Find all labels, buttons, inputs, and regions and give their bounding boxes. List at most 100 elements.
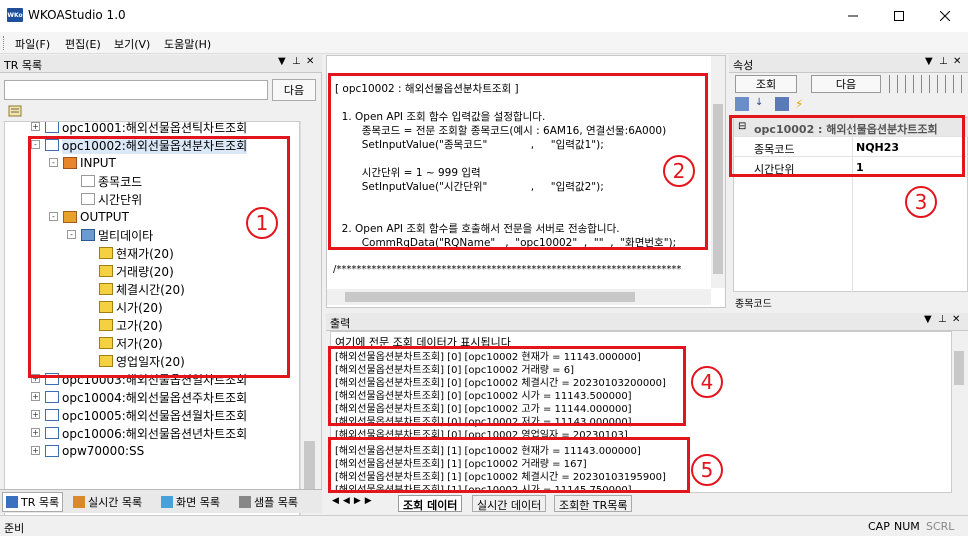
tab-tr-list-label: TR 목록 <box>21 496 60 509</box>
properties-header: 속성 ▼ ⊥ ✕ <box>729 55 968 73</box>
cap-indicator: CAP <box>868 520 890 533</box>
document-icon <box>45 122 59 133</box>
expand-icon[interactable]: + <box>31 122 40 131</box>
categorized-icon[interactable] <box>735 97 749 111</box>
tab-sample-list-label: 샘플 목록 <box>254 496 298 509</box>
close-button[interactable] <box>922 0 968 32</box>
output-scroll-thumb[interactable] <box>954 351 964 385</box>
tree-item-label: opc10006:해외선물옵션년차트조회 <box>62 426 248 441</box>
tree-item[interactable]: + opc10006:해외선물옵션년차트조회 <box>31 424 248 442</box>
sort-az-icon[interactable]: ↓ <box>755 97 769 111</box>
tr-panel-header: TR 목록 ▼ ⊥ ✕ <box>0 55 322 73</box>
menu-edit[interactable]: 편집(E) <box>65 36 101 52</box>
prop-dropdown-icon[interactable]: ▼ <box>925 56 933 67</box>
realtime-list-icon <box>73 496 85 508</box>
code-separator: /***************************************… <box>333 264 682 275</box>
output-pin-icon[interactable]: ⊥ <box>938 314 947 325</box>
document-icon <box>45 427 59 439</box>
status-text: 준비 <box>4 522 25 535</box>
dropdown-icon[interactable]: ▼ <box>278 56 286 67</box>
properties-title: 속성 <box>733 59 754 72</box>
tree-view-icon[interactable] <box>8 105 22 117</box>
expand-icon[interactable]: + <box>31 428 40 437</box>
property-toolbar: ↓ ⚡ <box>735 97 855 113</box>
annotation-label-5: 5 <box>691 454 723 486</box>
annotation-label-4: 4 <box>691 366 723 398</box>
tree-item[interactable]: + opc10004:해외선물옵션주차트조회 <box>31 388 248 406</box>
query-button[interactable]: 조회 <box>735 75 797 93</box>
annotation-label-2: 2 <box>663 155 695 187</box>
expand-icon[interactable]: + <box>31 410 40 419</box>
annotation-box-5 <box>328 437 690 493</box>
next-button[interactable]: 다음 <box>272 79 316 101</box>
tab-realtime-data[interactable]: 실시간 데이터 <box>472 495 547 512</box>
tree-item-label: opc10005:해외선물옵션월차트조회 <box>62 408 248 423</box>
annotation-box-3 <box>729 115 965 177</box>
property-button-strip <box>889 75 965 93</box>
output-title: 출력 <box>330 317 351 330</box>
app-icon: WKo <box>7 8 23 22</box>
tab-nav-arrows[interactable]: ◀◀▶▶ <box>328 495 380 512</box>
annotation-label-1: 1 <box>246 207 278 239</box>
screen-list-icon <box>161 496 173 508</box>
tab-sample-list[interactable]: 샘플 목록 <box>236 492 301 512</box>
code-scroll-thumb[interactable] <box>713 104 723 274</box>
status-bar: 준비 CAP NUM SCRL <box>0 515 968 536</box>
tree-vertical-scrollbar[interactable] <box>300 121 317 525</box>
menu-view[interactable]: 보기(V) <box>114 36 150 52</box>
prop-close-icon[interactable]: ✕ <box>953 56 961 67</box>
maximize-button[interactable] <box>876 0 922 32</box>
tr-search-input[interactable] <box>4 80 268 100</box>
tr-panel-title: TR 목록 <box>4 59 43 72</box>
document-icon <box>45 409 59 421</box>
tab-queried-tr-list[interactable]: 조회한 TR목록 <box>554 495 633 512</box>
events-icon[interactable]: ⚡ <box>795 97 809 111</box>
tab-screen-list[interactable]: 화면 목록 <box>158 492 223 512</box>
tab-realtime-list[interactable]: 실시간 목록 <box>70 492 145 512</box>
output-vertical-scrollbar[interactable] <box>952 331 966 493</box>
menu-grip <box>3 36 5 50</box>
num-indicator: NUM <box>894 520 920 533</box>
code-vertical-scrollbar[interactable] <box>711 56 725 288</box>
tab-tr-list[interactable]: TR 목록 <box>2 492 64 512</box>
close-icon <box>940 11 950 21</box>
expand-icon[interactable]: + <box>31 446 40 455</box>
pin-icon[interactable]: ⊥ <box>292 56 301 67</box>
panel-close-icon[interactable]: ✕ <box>306 56 314 67</box>
minimize-icon <box>848 15 858 17</box>
sample-list-icon <box>239 496 251 508</box>
output-dropdown-icon[interactable]: ▼ <box>924 314 932 325</box>
annotation-label-3: 3 <box>905 186 937 218</box>
scrl-indicator: SCRL <box>926 520 955 533</box>
menu-bar: 파일(F) 편집(E) 보기(V) 도움말(H) <box>0 32 968 54</box>
menu-help[interactable]: 도움말(H) <box>164 36 211 52</box>
title-bar: WKo WKOAStudio 1.0 <box>0 0 968 32</box>
annotation-box-2 <box>328 73 708 250</box>
tr-list-icon <box>6 496 18 508</box>
tree-item[interactable]: + opc10005:해외선물옵션월차트조회 <box>31 406 248 424</box>
left-bottom-tabs: TR 목록 실시간 목록 화면 목록 샘플 목록 <box>0 489 322 513</box>
output-tabs: ◀◀▶▶ 조회 데이터 실시간 데이터 조회한 TR목록 <box>326 495 966 513</box>
output-close-icon[interactable]: ✕ <box>952 314 960 325</box>
tab-query-data[interactable]: 조회 데이터 <box>398 495 463 512</box>
window-title: WKOAStudio 1.0 <box>28 8 126 22</box>
minimize-button[interactable] <box>830 0 876 32</box>
menu-file[interactable]: 파일(F) <box>15 36 50 52</box>
tree-item[interactable]: + opc10001:해외선물옵션틱차트조회 <box>31 121 248 136</box>
tab-realtime-list-label: 실시간 목록 <box>88 496 143 509</box>
prop-pin-icon[interactable]: ⊥ <box>939 56 948 67</box>
prop-next-button[interactable]: 다음 <box>811 75 881 93</box>
code-horizontal-scrollbar[interactable] <box>327 289 711 305</box>
tab-screen-list-label: 화면 목록 <box>176 496 220 509</box>
property-pages-icon[interactable] <box>775 97 789 111</box>
tree-item-label: opc10001:해외선물옵션틱차트조회 <box>62 121 248 135</box>
maximize-icon <box>894 11 904 21</box>
tree-item-label: opc10004:해외선물옵션주차트조회 <box>62 390 248 405</box>
code-hscroll-thumb[interactable] <box>345 292 635 302</box>
tree-item[interactable]: + opw70000:SS <box>31 442 144 460</box>
property-description: 종목코드 <box>735 299 772 310</box>
expand-icon[interactable]: + <box>31 392 40 401</box>
output-header: 출력 ▼ ⊥ ✕ <box>326 313 968 331</box>
document-icon <box>45 445 59 457</box>
annotation-box-1 <box>28 136 290 378</box>
